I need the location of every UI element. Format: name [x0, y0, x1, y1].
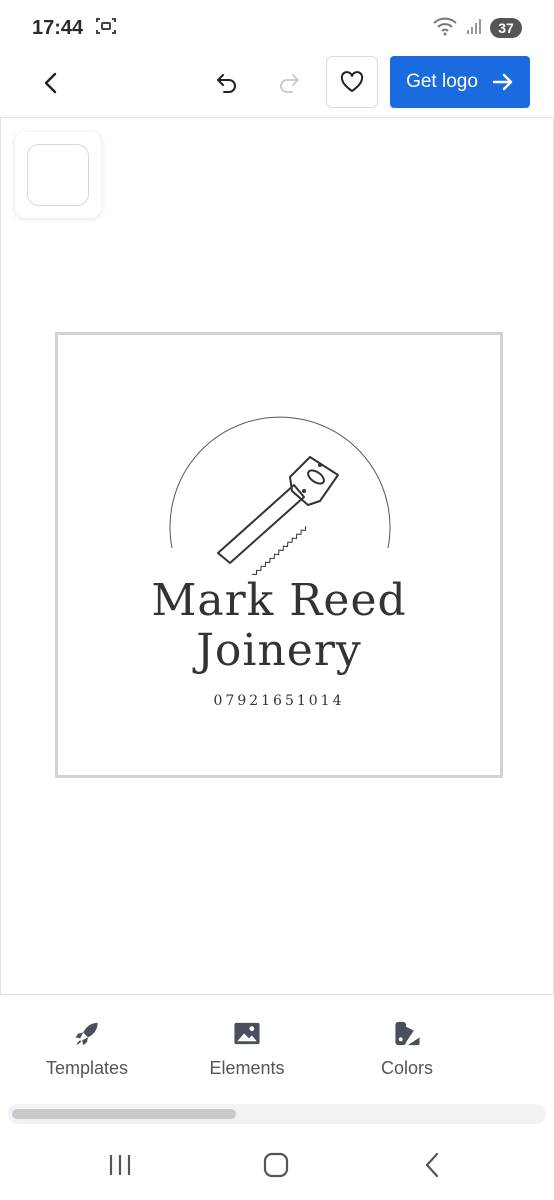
- back-icon: [425, 1152, 439, 1178]
- redo-button[interactable]: [274, 68, 304, 98]
- canvas-area: Mark Reed Joinery 07921651014: [0, 118, 554, 994]
- thumbnail-preview: [27, 144, 89, 206]
- get-logo-label: Get logo: [406, 71, 478, 92]
- templates-label: Templates: [45, 1058, 129, 1078]
- status-bar: 17:44 37: [0, 0, 554, 56]
- logo-thumbnail[interactable]: [15, 132, 101, 218]
- home-icon: [263, 1152, 289, 1178]
- logo-brand-line2: Joinery: [196, 625, 362, 676]
- favorite-button[interactable]: [326, 56, 378, 108]
- elements-tool[interactable]: Elements: [182, 1019, 312, 1079]
- signal-icon: [466, 17, 482, 40]
- status-time: 17:44: [32, 16, 84, 39]
- scrollbar-thumb[interactable]: [12, 1109, 236, 1119]
- colors-tool[interactable]: Colors: [342, 1019, 472, 1079]
- templates-tool[interactable]: Templates: [22, 1019, 152, 1079]
- redo-icon: [280, 74, 299, 93]
- arrow-right-icon: [492, 73, 513, 91]
- back-arrow-icon: [44, 72, 57, 94]
- wifi-icon: [432, 16, 458, 41]
- heart-icon: [340, 71, 364, 92]
- recent-apps-icon: [109, 1155, 131, 1175]
- logo-phone-number: 07921651014: [213, 693, 345, 709]
- palette-icon: [395, 1021, 420, 1046]
- rocket-icon: [75, 1022, 98, 1046]
- get-logo-button[interactable]: Get logo: [390, 56, 530, 108]
- system-nav-bar: [0, 1130, 554, 1200]
- home-button[interactable]: [256, 1148, 296, 1182]
- saw-icon: [169, 416, 391, 575]
- image-icon: [234, 1022, 260, 1045]
- elements-label: Elements: [209, 1058, 285, 1078]
- battery-icon: 37: [490, 18, 522, 38]
- undo-button[interactable]: [212, 68, 242, 98]
- logo-brand-line1: Mark Reed: [151, 575, 407, 626]
- back-button[interactable]: [36, 68, 66, 98]
- colors-label: Colors: [380, 1058, 433, 1078]
- editor-toolbar: Get logo: [0, 56, 554, 118]
- toolbar-scrollbar[interactable]: [8, 1104, 546, 1124]
- logo-preview[interactable]: Mark Reed Joinery 07921651014: [55, 332, 503, 778]
- screenshot-icon: [95, 16, 117, 41]
- recent-apps-button[interactable]: [100, 1148, 140, 1182]
- nav-back-button[interactable]: [412, 1148, 452, 1182]
- undo-icon: [217, 74, 236, 93]
